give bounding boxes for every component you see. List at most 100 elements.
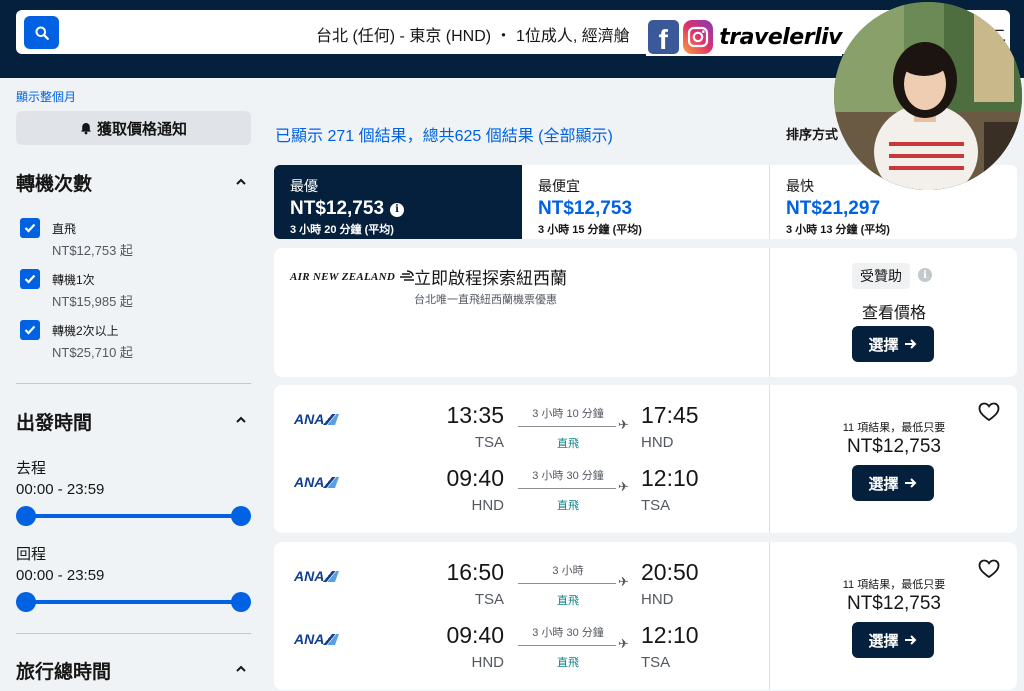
slider-handle-start[interactable] [16, 592, 36, 612]
departure-airport: TSA [474, 434, 504, 451]
ana-logo: ANA [294, 568, 340, 584]
info-icon[interactable]: i [918, 268, 932, 282]
tab-price: NT$12,753 [290, 198, 385, 219]
outbound-time-slider[interactable] [16, 506, 251, 526]
airline-name: ANA [294, 631, 325, 647]
info-icon[interactable]: i [390, 202, 405, 217]
stops-label: 直飛 [557, 438, 579, 450]
ad-title: 立即啟程探索紐西蘭 [414, 269, 567, 288]
stops-label: 直飛 [557, 657, 579, 669]
flight-duration: 3 小時 30 分鐘 [532, 627, 604, 639]
flight-duration: 3 小時 30 分鐘 [532, 470, 604, 482]
route-line [518, 488, 616, 489]
sponsored-badge: 受贊助 [852, 263, 910, 289]
select-button[interactable]: 選擇 [852, 465, 934, 501]
departure-time: 13:35 [446, 402, 504, 428]
departure-airport: HND [471, 497, 505, 514]
check-icon [24, 274, 36, 284]
plane-icon: ✈ [618, 479, 629, 494]
departure-airport: HND [471, 654, 505, 671]
tab-best[interactable]: 最優 NT$12,753 i 3 小時 20 分鐘 (平均) [274, 165, 522, 239]
stop-filter-label: 轉機2次以上 [52, 324, 119, 338]
airline-name: ANA [294, 411, 325, 427]
results-count[interactable]: 已顯示 271 個結果，總共625 個結果 (全部顯示) [275, 122, 613, 146]
avatar-photo [834, 2, 1022, 190]
search-icon [35, 26, 49, 40]
flight-duration: 3 小時 [552, 565, 584, 577]
airline-name: AIR NEW ZEALAND [290, 271, 396, 283]
checkbox-checked[interactable] [20, 320, 40, 340]
stops-section-title[interactable]: 轉機次數 [16, 169, 92, 196]
departure-time-section-title[interactable]: 出發時間 [16, 408, 92, 435]
tab-cheapest[interactable]: 最便宜 NT$12,753 3 小時 15 分鐘 (平均) [522, 165, 770, 239]
tab-name: 最便宜 [538, 178, 580, 194]
arrival-airport: TSA [641, 654, 671, 671]
arrival-airport: HND [641, 591, 674, 608]
ana-logo: ANA [294, 474, 340, 490]
select-label: 選擇 [868, 632, 899, 650]
checkbox-checked[interactable] [20, 218, 40, 238]
sponsored-ad-card[interactable]: AIR NEW ZEALAND 立即啟程探索紐西蘭 台北唯一直飛紐西蘭機票優惠 … [274, 248, 1017, 377]
flight-result-card[interactable]: ANA 13:35 TSA 3 小時 10 分鐘 ✈ 直飛 17:45 HND … [274, 385, 1017, 533]
departure-airport: TSA [474, 591, 504, 608]
arrival-time: 12:10 [641, 622, 699, 648]
check-icon [24, 223, 36, 233]
arrival-airport: HND [641, 434, 674, 451]
price: NT$12,753 [846, 436, 941, 457]
select-label: 選擇 [868, 475, 899, 493]
outbound-time-range: 00:00 - 23:59 [16, 481, 105, 498]
chevron-up-icon[interactable] [234, 175, 248, 189]
route-summary[interactable]: 台北 (任何) - 東京 (HND) ・ 1位成人, 經濟艙 [316, 22, 630, 46]
chevron-up-icon[interactable] [234, 662, 248, 676]
search-button[interactable] [24, 16, 59, 49]
checkbox-checked[interactable] [20, 269, 40, 289]
deals-label: 11 項結果，最低只要 [842, 422, 946, 434]
divider [769, 385, 770, 533]
departure-time: 09:40 [446, 465, 504, 491]
arrow-right-icon [904, 478, 916, 488]
slider-handle-end[interactable] [231, 506, 251, 526]
tab-price: NT$12,753 [538, 198, 633, 219]
arrival-time: 12:10 [641, 465, 699, 491]
ad-subtitle: 台北唯一直飛紐西蘭機票優惠 [414, 294, 557, 306]
return-time-range: 00:00 - 23:59 [16, 567, 105, 584]
plane-icon: ✈ [618, 636, 629, 651]
airline-name: ANA [294, 568, 325, 584]
divider [769, 542, 770, 690]
ana-logo: ANA [294, 631, 340, 647]
slider-handle-start[interactable] [16, 506, 36, 526]
ana-logo: ANA [294, 411, 340, 427]
air-new-zealand-logo: AIR NEW ZEALAND [290, 268, 416, 286]
flight-result-card[interactable]: ANA 16:50 TSA 3 小時 ✈ 直飛 20:50 HND ANA 09… [274, 542, 1017, 690]
facebook-icon: f [648, 20, 679, 54]
tab-price: NT$21,297 [786, 198, 881, 219]
ad-select-button[interactable]: 選擇 [852, 326, 934, 362]
tab-duration: 3 小時 15 分鐘 (平均) [538, 224, 642, 236]
departure-time: 09:40 [446, 622, 504, 648]
route-line [518, 645, 616, 646]
divider [16, 633, 251, 634]
arrow-right-icon [904, 339, 916, 349]
divider [16, 383, 251, 384]
chevron-up-icon[interactable] [234, 413, 248, 427]
arrow-right-icon [904, 635, 916, 645]
journey-duration-section-title[interactable]: 旅行總時間 [16, 657, 111, 684]
arrival-time: 17:45 [641, 402, 699, 428]
stop-filter-label: 直飛 [52, 222, 77, 236]
stop-filter-price: NT$25,710 起 [52, 345, 133, 360]
select-button[interactable]: 選擇 [852, 622, 934, 658]
outbound-label: 去程 [16, 460, 47, 477]
view-price-label: 查看價格 [862, 305, 927, 322]
sort-label: 排序方式 [786, 127, 839, 142]
brand-name: travelerliv [719, 24, 842, 50]
tab-name: 最優 [290, 178, 318, 194]
show-whole-month-link[interactable]: 顯示整個月 [16, 88, 76, 105]
brand-watermark: f travelerliv [646, 18, 842, 56]
airline-name: ANA [294, 474, 325, 490]
return-time-slider[interactable] [16, 592, 251, 612]
stop-filter-price: NT$15,985 起 [52, 294, 133, 309]
stop-filter-price: NT$12,753 起 [52, 243, 133, 258]
slider-handle-end[interactable] [231, 592, 251, 612]
price-alert-button[interactable]: 獲取價格通知 [16, 111, 251, 145]
stops-label: 直飛 [557, 500, 579, 512]
